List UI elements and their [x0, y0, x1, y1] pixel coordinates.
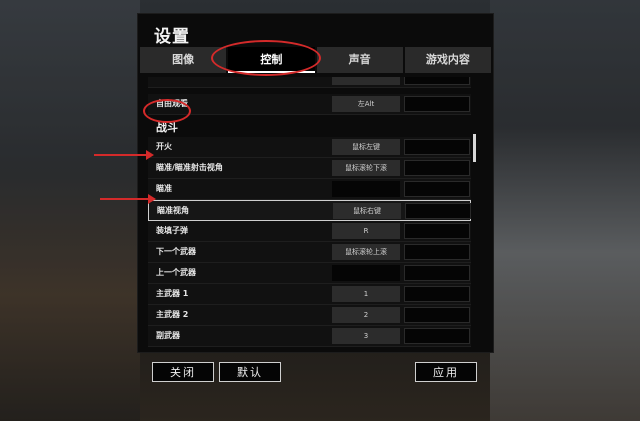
- keybind-primary[interactable]: 2: [332, 307, 400, 323]
- tab-sound[interactable]: 声音: [316, 47, 403, 73]
- keybind-primary[interactable]: [332, 77, 400, 85]
- annotation-circle-combat: [143, 99, 191, 123]
- keybind-secondary[interactable]: [404, 223, 470, 239]
- window-title: 设置: [154, 27, 190, 47]
- keybind-primary[interactable]: 左Alt: [332, 96, 400, 112]
- keybind-primary[interactable]: R: [332, 223, 400, 239]
- table-row: [148, 77, 471, 88]
- row-label: 瞄准视角: [157, 206, 189, 215]
- close-button[interactable]: 关闭: [152, 362, 214, 382]
- keybinding-list: 自由观看 左Alt 战斗 开火 鼠标左键 瞄准/瞄准射击视角 鼠标滚轮下滚 瞄准…: [148, 77, 473, 349]
- row-label: 主武器 1: [156, 289, 189, 298]
- keybind-primary[interactable]: 鼠标左键: [332, 139, 400, 155]
- keybind-primary[interactable]: 鼠标右键: [333, 203, 401, 219]
- row-label: 开火: [156, 142, 172, 151]
- keybind-secondary[interactable]: [404, 265, 470, 281]
- row-label: 上一个武器: [156, 268, 196, 277]
- table-row-next-weapon: 下一个武器 鼠标滚轮上滚: [148, 242, 471, 263]
- keybind-secondary[interactable]: [404, 96, 470, 112]
- keybind-secondary[interactable]: [404, 328, 470, 344]
- tab-gameplay[interactable]: 游戏内容: [404, 47, 491, 73]
- keybind-secondary[interactable]: [404, 160, 470, 176]
- annotation-circle-controls-tab: [211, 40, 321, 76]
- keybind-primary[interactable]: 鼠标滚轮下滚: [332, 160, 400, 176]
- keybind-secondary[interactable]: [405, 203, 471, 219]
- keybind-secondary[interactable]: [404, 286, 470, 302]
- keybind-primary[interactable]: 1: [332, 286, 400, 302]
- row-label: 瞄准/瞄准射击视角: [156, 163, 223, 172]
- table-row-primary-2: 主武器 2 2: [148, 305, 471, 326]
- row-label: 副武器: [156, 331, 180, 340]
- row-label: 主武器 2: [156, 310, 189, 319]
- table-row-reload: 装填子弹 R: [148, 221, 471, 242]
- annotation-arrow-aim-view: [100, 194, 156, 204]
- row-label: 装填子弹: [156, 226, 188, 235]
- keybind-primary[interactable]: [332, 181, 400, 197]
- keybind-primary[interactable]: 鼠标滚轮上滚: [332, 244, 400, 260]
- keybind-secondary[interactable]: [404, 77, 470, 85]
- table-row-free-look: 自由观看 左Alt: [148, 94, 471, 115]
- default-button[interactable]: 默认: [219, 362, 281, 382]
- keybind-secondary[interactable]: [404, 307, 470, 323]
- keybind-primary[interactable]: [332, 265, 400, 281]
- table-row-prev-weapon: 上一个武器: [148, 263, 471, 284]
- table-row-fire: 开火 鼠标左键: [148, 137, 471, 158]
- keybind-secondary[interactable]: [404, 244, 470, 260]
- apply-button[interactable]: 应用: [415, 362, 477, 382]
- table-row-aim-scope: 瞄准/瞄准射击视角 鼠标滚轮下滚: [148, 158, 471, 179]
- list-scrollbar[interactable]: [473, 134, 476, 162]
- annotation-arrow-aim-scope: [94, 150, 154, 160]
- table-row-primary-1: 主武器 1 1: [148, 284, 471, 305]
- table-row-aim: 瞄准: [148, 179, 471, 200]
- keybind-secondary[interactable]: [404, 139, 470, 155]
- keybind-secondary[interactable]: [404, 181, 470, 197]
- row-label: 下一个武器: [156, 247, 196, 256]
- table-row-secondary: 副武器 3: [148, 326, 471, 347]
- table-row-aim-view: 瞄准视角 鼠标右键: [148, 200, 471, 221]
- keybind-primary[interactable]: 3: [332, 328, 400, 344]
- row-label: 瞄准: [156, 184, 172, 193]
